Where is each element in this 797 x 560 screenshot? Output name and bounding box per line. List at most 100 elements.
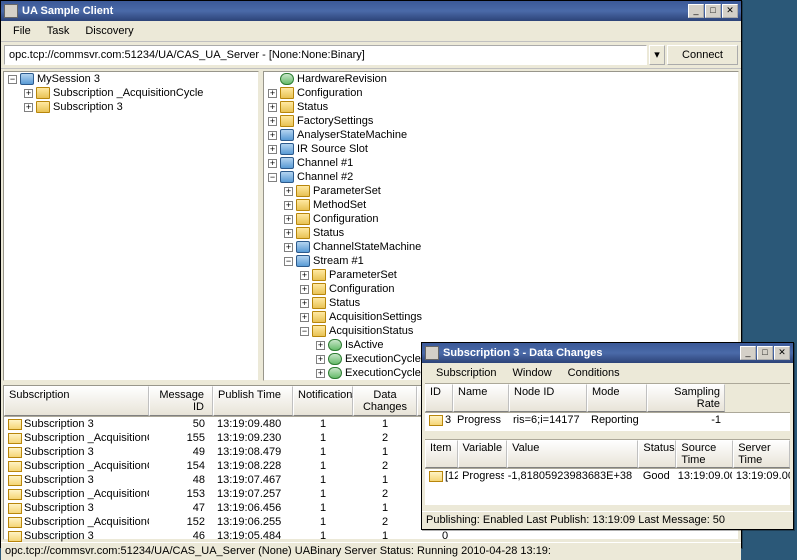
envelope-icon [8, 461, 22, 472]
tree-node[interactable]: +MethodSet [264, 198, 738, 212]
col-source-time[interactable]: Source Time [676, 440, 733, 468]
tab-conditions[interactable]: Conditions [560, 365, 628, 381]
node-label: Channel #1 [297, 157, 353, 169]
expander-icon[interactable]: + [284, 187, 293, 196]
col-publish-time[interactable]: Publish Time [213, 386, 293, 416]
tree-node[interactable]: +Status [264, 226, 738, 240]
url-dropdown-icon[interactable]: ▾ [649, 45, 665, 65]
tree-node[interactable]: +ParameterSet [264, 184, 738, 198]
folder-icon [312, 283, 326, 295]
node-label: ChannelStateMachine [313, 241, 421, 253]
expander-icon[interactable]: + [300, 299, 309, 308]
obj-icon [296, 241, 310, 253]
col-notifications[interactable]: Notifications [293, 386, 353, 416]
expander-icon[interactable]: + [268, 117, 277, 126]
col-sampling-rate[interactable]: Sampling Rate [647, 384, 725, 412]
expander-icon[interactable]: + [316, 355, 325, 364]
col-server-time[interactable]: Server Time [733, 440, 790, 468]
sub-titlebar[interactable]: Subscription 3 - Data Changes _ □ ✕ [422, 343, 793, 363]
sub-close-button[interactable]: ✕ [774, 346, 790, 360]
obj-icon [280, 171, 294, 183]
main-titlebar[interactable]: UA Sample Client _ □ ✕ [1, 1, 741, 21]
expander-icon[interactable]: + [268, 89, 277, 98]
tree-node[interactable]: + Configuration [264, 86, 738, 100]
expander-icon[interactable]: + [284, 229, 293, 238]
expander-icon[interactable]: + [316, 341, 325, 350]
expander-icon[interactable]: + [268, 131, 277, 140]
expander-icon[interactable]: + [268, 159, 277, 168]
expander-icon[interactable]: + [284, 201, 293, 210]
expander-icon[interactable]: − [8, 75, 17, 84]
menubar: File Task Discovery [1, 21, 741, 42]
tree-node[interactable]: HardwareRevision [264, 72, 738, 86]
expander-icon[interactable]: + [300, 313, 309, 322]
col-value[interactable]: Value [507, 440, 638, 468]
col-message-id[interactable]: Message ID [149, 386, 213, 416]
tree-node[interactable]: −Channel #2 [264, 170, 738, 184]
col-mode[interactable]: Mode [587, 384, 647, 412]
tree-node[interactable]: −Stream #1 [264, 254, 738, 268]
col-data-changes[interactable]: Data Changes [353, 386, 417, 416]
col-status[interactable]: Status [638, 440, 676, 468]
expander-icon[interactable]: + [268, 103, 277, 112]
expander-icon[interactable]: + [284, 243, 293, 252]
maximize-button[interactable]: □ [705, 4, 721, 18]
expander-icon[interactable]: + [268, 145, 277, 154]
item-icon [429, 471, 443, 482]
node-label: FactorySettings [297, 115, 373, 127]
node-label: AcquisitionStatus [329, 325, 413, 337]
close-button[interactable]: ✕ [722, 4, 738, 18]
minimize-button[interactable]: _ [688, 4, 704, 18]
tab-subscription[interactable]: Subscription [428, 365, 505, 381]
menu-discovery[interactable]: Discovery [77, 23, 141, 39]
expander-icon[interactable]: − [284, 257, 293, 266]
connect-button[interactable]: Connect [667, 45, 738, 65]
expander-icon[interactable]: + [284, 215, 293, 224]
col-subscription[interactable]: Subscription [4, 386, 149, 416]
col-name[interactable]: Name [453, 384, 509, 412]
sub-minimize-button[interactable]: _ [740, 346, 756, 360]
browse-tree[interactable]: HardwareRevision+Configuration+Status+Fa… [263, 71, 739, 381]
expander-icon[interactable]: + [316, 369, 325, 378]
expander-icon[interactable]: + [300, 271, 309, 280]
folder-icon [312, 325, 326, 337]
menu-task[interactable]: Task [39, 23, 78, 39]
expander-icon[interactable]: − [268, 173, 277, 182]
tree-node[interactable]: +AcquisitionSettings [264, 310, 738, 324]
expander-icon[interactable]: − [300, 327, 309, 336]
tree-node[interactable]: +Configuration [264, 212, 738, 226]
expander-icon[interactable]: + [300, 285, 309, 294]
menu-file[interactable]: File [5, 23, 39, 39]
col-variable[interactable]: Variable [458, 440, 508, 468]
node-label: HardwareRevision [297, 73, 387, 85]
tree-node[interactable]: + Channel #1 [264, 156, 738, 170]
data-change-row[interactable]: [12] Progress -1,81805923983683E+38 Good… [425, 469, 790, 483]
tree-node[interactable]: +AnalyserStateMachine [264, 128, 738, 142]
col-id[interactable]: ID [425, 384, 453, 412]
tree-node[interactable]: +Subscription _AcquisitionCycle [4, 86, 258, 100]
tree-node[interactable]: + ChannelStateMachine [264, 240, 738, 254]
tree-node[interactable]: +Status [264, 100, 738, 114]
address-toolbar: ▾ Connect [1, 42, 741, 69]
expander-icon[interactable]: + [24, 103, 33, 112]
expander-icon[interactable]: + [24, 89, 33, 98]
url-input[interactable] [4, 45, 647, 65]
tree-node[interactable]: + FactorySettings [264, 114, 738, 128]
sub-maximize-button[interactable]: □ [757, 346, 773, 360]
node-label: Configuration [329, 283, 394, 295]
table-row[interactable]: Subscription 34613:19:05.484110 [4, 529, 738, 543]
col-node-id[interactable]: Node ID [509, 384, 587, 412]
node-label: Configuration [297, 87, 362, 99]
tree-node[interactable]: −MySession 3 [4, 72, 258, 86]
tree-node[interactable]: +ParameterSet [264, 268, 738, 282]
tree-node[interactable]: + Configuration [264, 282, 738, 296]
col-item[interactable]: Item [425, 440, 458, 468]
tab-window[interactable]: Window [505, 365, 560, 381]
folder-icon [296, 185, 310, 197]
tree-node[interactable]: +Status [264, 296, 738, 310]
tree-node[interactable]: +IR Source Slot [264, 142, 738, 156]
monitored-item-row[interactable]: 3 Progress ris=6;i=14177 Reporting -1 [425, 413, 790, 427]
tree-node[interactable]: +Subscription 3 [4, 100, 258, 114]
session-tree[interactable]: −MySession 3+Subscription _AcquisitionCy… [3, 71, 259, 381]
tree-node[interactable]: − AcquisitionStatus [264, 324, 738, 338]
